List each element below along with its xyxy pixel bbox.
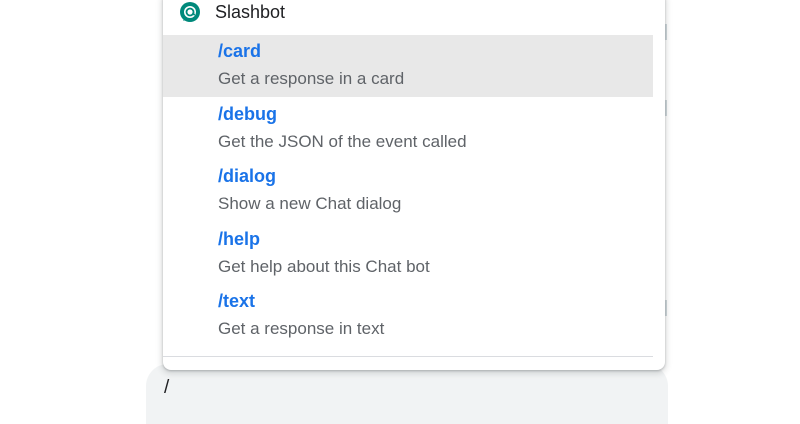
scroll-edge bbox=[665, 0, 668, 400]
command-description: Get help about this Chat bot bbox=[218, 257, 430, 276]
message-input[interactable]: / bbox=[164, 377, 169, 399]
command-item-help[interactable]: /help Get help about this Chat bot bbox=[163, 223, 653, 285]
command-name: /dialog bbox=[218, 166, 276, 186]
command-item-debug[interactable]: /debug Get the JSON of the event called bbox=[163, 98, 653, 160]
menu-divider bbox=[163, 356, 653, 357]
command-item-text[interactable]: /text Get a response in text bbox=[163, 285, 653, 347]
chat-bot-icon bbox=[179, 1, 201, 23]
command-name: /text bbox=[218, 291, 256, 311]
command-name: /card bbox=[218, 41, 262, 61]
command-name: /debug bbox=[218, 104, 277, 124]
command-name: /help bbox=[218, 229, 261, 249]
command-description: Get a response in a card bbox=[218, 69, 405, 88]
command-item-dialog[interactable]: /dialog Show a new Chat dialog bbox=[163, 160, 653, 222]
command-description: Get the JSON of the event called bbox=[218, 132, 467, 151]
command-description: Get a response in text bbox=[218, 319, 385, 338]
command-description: Show a new Chat dialog bbox=[218, 194, 402, 213]
command-item-card[interactable]: /card Get a response in a card bbox=[163, 35, 653, 97]
message-composer[interactable] bbox=[146, 364, 668, 424]
bot-name: Slashbot bbox=[215, 2, 286, 22]
slash-command-menu: Slashbot /card Get a response in a card … bbox=[163, 0, 665, 370]
bot-header: Slashbot bbox=[163, 0, 665, 30]
